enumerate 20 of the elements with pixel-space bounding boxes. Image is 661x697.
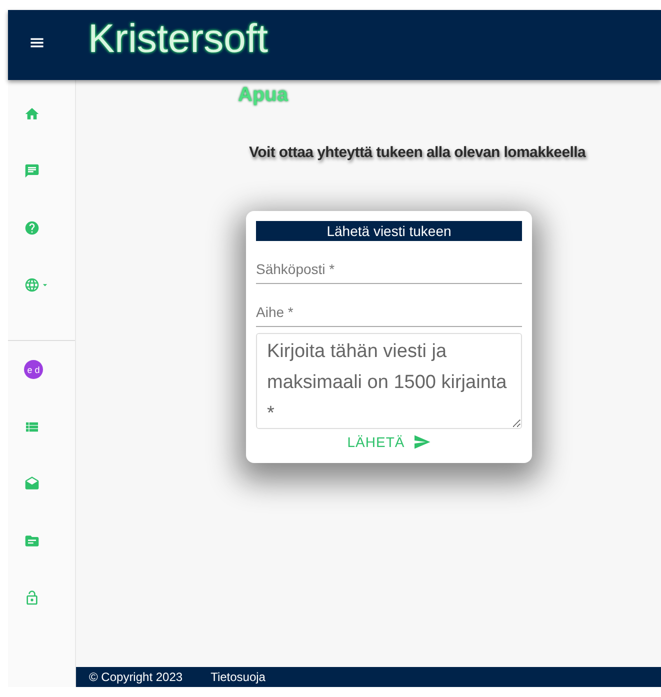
- send-icon: [412, 433, 431, 451]
- message-field[interactable]: Kirjoita tähän viesti ja maksimaali on 1500 kirjainta *: [256, 333, 522, 429]
- padlock-icon: [24, 590, 40, 606]
- globe-icon: [24, 276, 40, 292]
- avatar-button[interactable]: e d: [8, 341, 75, 398]
- chat-icon: [24, 162, 40, 178]
- help-icon: [24, 220, 40, 236]
- folder-icon: [24, 532, 40, 548]
- intro-text: Voit ottaa yhteyttä tukeen alla olevan lomakkeella: [249, 144, 587, 161]
- envelope-icon: [24, 476, 40, 492]
- input-field[interactable]: Aihe *: [256, 284, 522, 327]
- avatar: e d: [24, 360, 43, 379]
- copyright-text: © Copyright 2023: [89, 670, 183, 684]
- privacy-link[interactable]: Tietosuoja: [210, 670, 266, 684]
- page-title: Apua: [238, 84, 290, 107]
- home-icon: [24, 106, 40, 122]
- brand-logo: Kristersoft: [88, 16, 268, 62]
- form-title: Lähetä viesti tukeen: [256, 221, 522, 241]
- menu-button[interactable]: ≡: [8, 30, 58, 60]
- input-field[interactable]: Sähköposti *: [256, 241, 522, 284]
